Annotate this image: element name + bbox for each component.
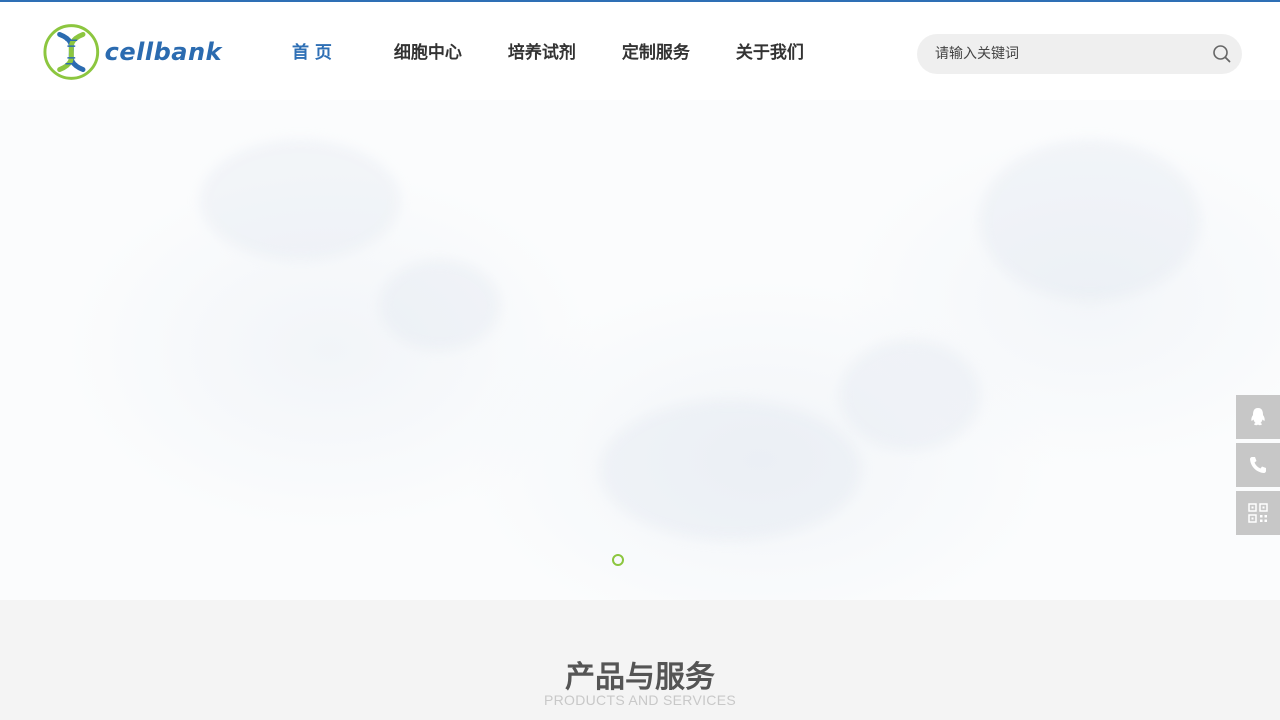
side-toolbar: [1236, 395, 1280, 539]
nav-item-home[interactable]: 首 页: [292, 38, 332, 68]
section-title: 产品与服务: [565, 660, 715, 695]
banner-decoration: [840, 340, 980, 450]
search-button[interactable]: [1212, 44, 1232, 64]
nav-item-cell-center[interactable]: 细胞中心: [394, 38, 462, 68]
banner-decoration: [200, 140, 400, 260]
main-nav: 首 页 细胞中心 培养试剂 定制服务 关于我们: [270, 38, 804, 68]
search-box: [917, 34, 1242, 74]
phone-icon: [1250, 457, 1266, 473]
banner-decoration: [600, 400, 860, 540]
site-logo[interactable]: cellbank: [42, 22, 222, 82]
qq-icon: [1251, 408, 1265, 426]
nav-item-custom-services[interactable]: 定制服务: [622, 38, 690, 68]
site-header: cellbank 首 页 细胞中心 培养试剂 定制服务 关于我们: [0, 2, 1280, 100]
logo-text: cellbank: [104, 38, 222, 66]
section-subtitle: PRODUCTS AND SERVICES: [544, 692, 736, 708]
search-input[interactable]: [935, 34, 1205, 74]
qq-button[interactable]: [1236, 395, 1280, 439]
qrcode-icon: [1248, 503, 1268, 523]
dna-logo-icon: [43, 24, 100, 80]
nav-item-culture-reagents[interactable]: 培养试剂: [508, 38, 576, 68]
search-icon: [1213, 45, 1231, 63]
phone-button[interactable]: [1236, 443, 1280, 487]
hero-banner: [0, 100, 1280, 600]
slider-dot-active[interactable]: [612, 554, 624, 566]
banner-decoration: [980, 140, 1200, 300]
products-section: 产品与服务 PRODUCTS AND SERVICES: [0, 600, 1280, 720]
nav-item-about-us[interactable]: 关于我们: [736, 38, 804, 68]
qrcode-button[interactable]: [1236, 491, 1280, 535]
banner-decoration: [380, 260, 500, 350]
